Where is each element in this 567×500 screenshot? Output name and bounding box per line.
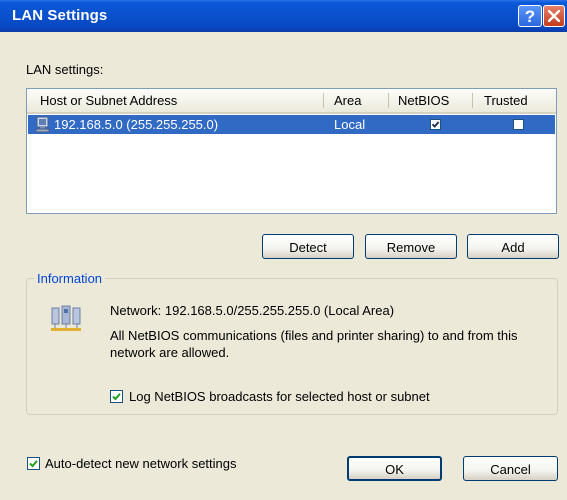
auto-detect-label[interactable]: Auto-detect new network settings — [45, 456, 237, 471]
netbios-info-line-1: All NetBIOS communications (files and pr… — [110, 328, 518, 343]
column-separator[interactable] — [472, 93, 473, 108]
remove-button[interactable]: Remove — [365, 234, 457, 259]
column-header-trusted[interactable]: Trusted — [484, 89, 528, 112]
add-button[interactable]: Add — [467, 234, 559, 259]
log-netbios-checkbox[interactable] — [110, 390, 123, 403]
help-icon: ? — [524, 7, 536, 26]
checkmark-icon — [112, 393, 121, 401]
network-info-text: Network: 192.168.5.0/255.255.255.0 (Loca… — [110, 303, 395, 318]
close-icon — [548, 10, 560, 22]
netbios-checkbox[interactable] — [430, 119, 441, 130]
row-area: Local — [334, 117, 366, 132]
title-bar[interactable]: LAN Settings ? — [0, 0, 567, 32]
checkmark-icon — [29, 460, 38, 468]
ok-button[interactable]: OK — [347, 456, 442, 481]
netbios-info-line-2: network are allowed. — [110, 345, 230, 360]
checkmark-icon — [431, 121, 440, 128]
trusted-checkbox[interactable] — [513, 119, 524, 130]
network-host-icon — [35, 116, 50, 133]
help-button[interactable]: ? — [518, 5, 542, 27]
lan-list[interactable]: Host or Subnet Address Area NetBIOS Trus… — [26, 88, 557, 214]
column-separator[interactable] — [323, 93, 324, 108]
lan-settings-dialog: LAN Settings ? LAN settings: Host or Sub… — [0, 0, 567, 500]
lan-settings-label: LAN settings: — [26, 62, 104, 77]
cancel-button[interactable]: Cancel — [463, 456, 558, 481]
column-separator[interactable] — [388, 93, 389, 108]
auto-detect-checkbox[interactable] — [27, 457, 40, 470]
information-group-title: Information — [34, 271, 106, 286]
row-address: 192.168.5.0 (255.255.255.0) — [54, 117, 219, 132]
column-header-address[interactable]: Host or Subnet Address — [40, 89, 177, 112]
column-header-area[interactable]: Area — [334, 89, 361, 112]
column-header-netbios[interactable]: NetBIOS — [398, 89, 449, 112]
close-button[interactable] — [543, 5, 565, 27]
window-title: LAN Settings — [12, 7, 108, 24]
list-header: Host or Subnet Address Area NetBIOS Trus… — [27, 89, 556, 114]
network-computers-icon — [51, 305, 81, 331]
table-row[interactable]: 192.168.5.0 (255.255.255.0) Local — [28, 115, 555, 134]
detect-button[interactable]: Detect — [262, 234, 354, 259]
log-netbios-label[interactable]: Log NetBIOS broadcasts for selected host… — [129, 389, 430, 404]
